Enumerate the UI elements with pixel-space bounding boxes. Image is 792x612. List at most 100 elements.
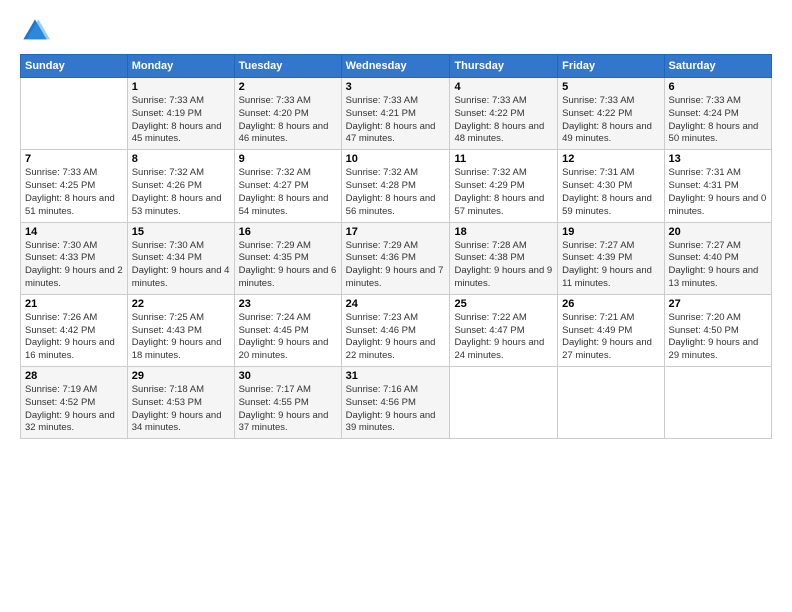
day-number: 7 xyxy=(25,153,123,165)
day-number: 28 xyxy=(25,370,123,382)
day-info: Sunrise: 7:32 AMSunset: 4:26 PMDaylight:… xyxy=(132,167,230,218)
day-info: Sunrise: 7:29 AMSunset: 4:35 PMDaylight:… xyxy=(239,240,337,291)
day-info: Sunrise: 7:27 AMSunset: 4:40 PMDaylight:… xyxy=(669,240,767,291)
day-number: 27 xyxy=(669,298,767,310)
day-number: 3 xyxy=(346,81,446,93)
calendar-cell: 18 Sunrise: 7:28 AMSunset: 4:38 PMDayligh… xyxy=(450,222,558,294)
day-number: 23 xyxy=(239,298,337,310)
day-number: 21 xyxy=(25,298,123,310)
day-number: 2 xyxy=(239,81,337,93)
calendar-cell: 13 Sunrise: 7:31 AMSunset: 4:31 PMDayligh… xyxy=(664,150,771,222)
header-cell: Wednesday xyxy=(341,55,450,78)
day-number: 1 xyxy=(132,81,230,93)
header-cell: Thursday xyxy=(450,55,558,78)
day-info: Sunrise: 7:23 AMSunset: 4:46 PMDaylight:… xyxy=(346,312,446,363)
calendar-cell: 14Sunrise: 7:30 AMSunset: 4:33 PMDayligh… xyxy=(21,222,128,294)
header-cell: Friday xyxy=(558,55,664,78)
day-number: 22 xyxy=(132,298,230,310)
day-number: 6 xyxy=(669,81,767,93)
day-info: Sunrise: 7:31 AMSunset: 4:30 PMDaylight:… xyxy=(562,167,659,218)
day-info: Sunrise: 7:27 AMSunset: 4:39 PMDaylight:… xyxy=(562,240,659,291)
calendar-cell: 21 Sunrise: 7:26 AMSunset: 4:42 PMDayligh… xyxy=(21,294,128,366)
day-info: Sunrise: 7:17 AMSunset: 4:55 PMDaylight:… xyxy=(239,384,337,435)
calendar-cell: 5 Sunrise: 7:33 AMSunset: 4:22 PMDaylight… xyxy=(558,78,664,150)
day-number: 5 xyxy=(562,81,659,93)
day-info: Sunrise: 7:20 AMSunset: 4:50 PMDaylight:… xyxy=(669,312,767,363)
day-info: Sunrise: 7:26 AMSunset: 4:42 PMDaylight:… xyxy=(25,312,123,363)
day-number: 12 xyxy=(562,153,659,165)
calendar-week-row: 1 Sunrise: 7:33 AMSunset: 4:19 PMDaylight… xyxy=(21,78,772,150)
day-number: 15 xyxy=(132,226,230,238)
calendar-cell: 28 Sunrise: 7:19 AMSunset: 4:52 PMDayligh… xyxy=(21,367,128,439)
day-number: 11 xyxy=(454,153,553,165)
header-cell: Tuesday xyxy=(234,55,341,78)
header-cell: Monday xyxy=(127,55,234,78)
day-info: Sunrise: 7:33 AMSunset: 4:19 PMDaylight:… xyxy=(132,95,230,146)
day-number: 24 xyxy=(346,298,446,310)
day-number: 17 xyxy=(346,226,446,238)
day-info: Sunrise: 7:33 AMSunset: 4:22 PMDaylight:… xyxy=(454,95,553,146)
day-info: Sunrise: 7:22 AMSunset: 4:47 PMDaylight:… xyxy=(454,312,553,363)
calendar-cell: 16 Sunrise: 7:29 AMSunset: 4:35 PMDayligh… xyxy=(234,222,341,294)
day-number: 4 xyxy=(454,81,553,93)
calendar-cell: 11Sunrise: 7:32 AMSunset: 4:29 PMDayligh… xyxy=(450,150,558,222)
calendar-cell: 9 Sunrise: 7:32 AMSunset: 4:27 PMDaylight… xyxy=(234,150,341,222)
day-info: Sunrise: 7:30 AMSunset: 4:34 PMDaylight:… xyxy=(132,240,230,291)
day-info: Sunrise: 7:25 AMSunset: 4:43 PMDaylight:… xyxy=(132,312,230,363)
day-number: 31 xyxy=(346,370,446,382)
day-number: 9 xyxy=(239,153,337,165)
day-info: Sunrise: 7:31 AMSunset: 4:31 PMDaylight:… xyxy=(669,167,767,218)
day-info: Sunrise: 7:33 AMSunset: 4:20 PMDaylight:… xyxy=(239,95,337,146)
header-row: SundayMondayTuesdayWednesdayThursdayFrid… xyxy=(21,55,772,78)
calendar-cell: 30 Sunrise: 7:17 AMSunset: 4:55 PMDayligh… xyxy=(234,367,341,439)
day-info: Sunrise: 7:32 AMSunset: 4:28 PMDaylight:… xyxy=(346,167,446,218)
calendar-cell: 19 Sunrise: 7:27 AMSunset: 4:39 PMDayligh… xyxy=(558,222,664,294)
calendar-cell xyxy=(21,78,128,150)
calendar-cell: 4 Sunrise: 7:33 AMSunset: 4:22 PMDaylight… xyxy=(450,78,558,150)
day-info: Sunrise: 7:33 AMSunset: 4:22 PMDaylight:… xyxy=(562,95,659,146)
calendar-week-row: 7 Sunrise: 7:33 AMSunset: 4:25 PMDaylight… xyxy=(21,150,772,222)
day-number: 16 xyxy=(239,226,337,238)
header-cell: Saturday xyxy=(664,55,771,78)
day-number: 20 xyxy=(669,226,767,238)
day-info: Sunrise: 7:21 AMSunset: 4:49 PMDaylight:… xyxy=(562,312,659,363)
day-number: 18 xyxy=(454,226,553,238)
calendar-cell: 23 Sunrise: 7:24 AMSunset: 4:45 PMDayligh… xyxy=(234,294,341,366)
day-number: 25 xyxy=(454,298,553,310)
day-info: Sunrise: 7:18 AMSunset: 4:53 PMDaylight:… xyxy=(132,384,230,435)
calendar-cell: 10 Sunrise: 7:32 AMSunset: 4:28 PMDayligh… xyxy=(341,150,450,222)
calendar-cell: 29 Sunrise: 7:18 AMSunset: 4:53 PMDayligh… xyxy=(127,367,234,439)
day-number: 19 xyxy=(562,226,659,238)
calendar-cell: 2 Sunrise: 7:33 AMSunset: 4:20 PMDaylight… xyxy=(234,78,341,150)
calendar-cell: 15 Sunrise: 7:30 AMSunset: 4:34 PMDayligh… xyxy=(127,222,234,294)
calendar-page: SundayMondayTuesdayWednesdayThursdayFrid… xyxy=(0,0,792,612)
calendar-cell: 31 Sunrise: 7:16 AMSunset: 4:56 PMDayligh… xyxy=(341,367,450,439)
day-info: Sunrise: 7:33 AMSunset: 4:25 PMDaylight:… xyxy=(25,167,123,218)
day-number: 30 xyxy=(239,370,337,382)
calendar-cell xyxy=(558,367,664,439)
calendar-week-row: 28 Sunrise: 7:19 AMSunset: 4:52 PMDayligh… xyxy=(21,367,772,439)
calendar-week-row: 14Sunrise: 7:30 AMSunset: 4:33 PMDayligh… xyxy=(21,222,772,294)
day-info: Sunrise: 7:16 AMSunset: 4:56 PMDaylight:… xyxy=(346,384,446,435)
day-info: Sunrise: 7:19 AMSunset: 4:52 PMDaylight:… xyxy=(25,384,123,435)
calendar-cell: 26Sunrise: 7:21 AMSunset: 4:49 PMDayligh… xyxy=(558,294,664,366)
day-info: Sunrise: 7:32 AMSunset: 4:27 PMDaylight:… xyxy=(239,167,337,218)
day-info: Sunrise: 7:28 AMSunset: 4:38 PMDaylight:… xyxy=(454,240,553,291)
logo-icon xyxy=(20,16,50,46)
calendar-week-row: 21 Sunrise: 7:26 AMSunset: 4:42 PMDayligh… xyxy=(21,294,772,366)
day-number: 10 xyxy=(346,153,446,165)
calendar-cell: 25 Sunrise: 7:22 AMSunset: 4:47 PMDayligh… xyxy=(450,294,558,366)
calendar-cell: 20 Sunrise: 7:27 AMSunset: 4:40 PMDayligh… xyxy=(664,222,771,294)
day-info: Sunrise: 7:30 AMSunset: 4:33 PMDaylight:… xyxy=(25,240,123,291)
day-info: Sunrise: 7:33 AMSunset: 4:24 PMDaylight:… xyxy=(669,95,767,146)
day-info: Sunrise: 7:24 AMSunset: 4:45 PMDaylight:… xyxy=(239,312,337,363)
header xyxy=(20,16,772,46)
day-number: 13 xyxy=(669,153,767,165)
calendar-cell xyxy=(664,367,771,439)
calendar-cell: 6 Sunrise: 7:33 AMSunset: 4:24 PMDaylight… xyxy=(664,78,771,150)
day-info: Sunrise: 7:29 AMSunset: 4:36 PMDaylight:… xyxy=(346,240,446,291)
calendar-cell: 1 Sunrise: 7:33 AMSunset: 4:19 PMDaylight… xyxy=(127,78,234,150)
calendar-cell: 7 Sunrise: 7:33 AMSunset: 4:25 PMDaylight… xyxy=(21,150,128,222)
calendar-cell: 27 Sunrise: 7:20 AMSunset: 4:50 PMDayligh… xyxy=(664,294,771,366)
day-number: 29 xyxy=(132,370,230,382)
